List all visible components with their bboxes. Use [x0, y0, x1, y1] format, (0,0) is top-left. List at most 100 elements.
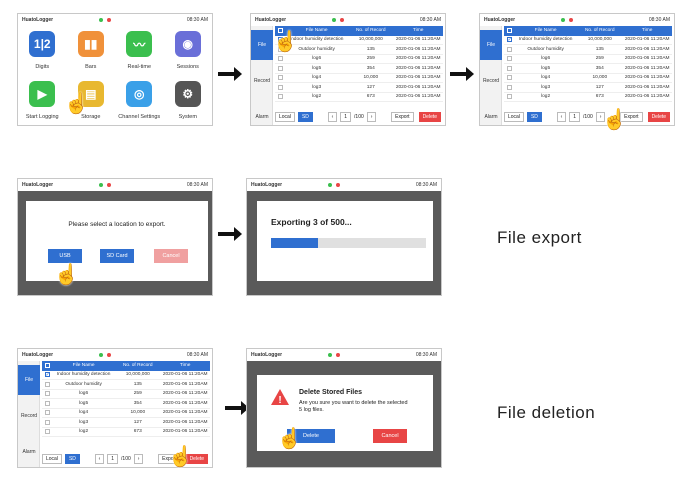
row-checkbox[interactable]: ✓ [44, 372, 50, 378]
row-checkbox[interactable]: ✓ [506, 37, 512, 43]
tab-file[interactable]: File [18, 365, 40, 395]
table-row[interactable]: log3 127 2020-01-06 11:20AM [504, 83, 672, 93]
prev-page-button[interactable]: ‹ [556, 112, 567, 122]
table-row[interactable]: Outdoor humidity 135 2020-01-06 11:20AM [504, 45, 672, 55]
table-row[interactable]: Outdoor humidity 135 2020-01-06 11:20AM [275, 45, 443, 55]
app-icon: ▶ [29, 80, 56, 107]
prev-page-button[interactable]: ‹ [327, 112, 338, 122]
export-button[interactable]: Export [391, 112, 414, 122]
app-tile[interactable]: ◎ Channel Settings [115, 76, 164, 126]
app-tile[interactable]: 〰 Real-time [115, 26, 164, 76]
page-total: /100 [354, 114, 364, 120]
next-page-button[interactable]: › [366, 112, 377, 122]
table-row[interactable]: log2 673 2020-01-06 11:20AM [275, 93, 443, 102]
local-button[interactable]: Local [504, 112, 524, 122]
tab-alarm[interactable]: Alarm [251, 102, 273, 132]
page-input[interactable]: 1 [569, 112, 581, 122]
row-checkbox[interactable] [506, 84, 512, 90]
app-tile[interactable]: 1|2 Digits [18, 26, 67, 76]
row-checkbox[interactable] [44, 381, 50, 387]
cell-name: Outdoor humidity [527, 46, 564, 52]
usb-button[interactable]: USB [48, 249, 82, 263]
local-button[interactable]: Local [42, 454, 62, 464]
progress-dialog: Exporting 3 of 500... [257, 201, 433, 281]
page-input[interactable]: 1 [340, 112, 352, 122]
app-tile[interactable]: ▶ Start Logging [18, 76, 67, 126]
row-checkbox[interactable] [44, 400, 50, 406]
row-checkbox[interactable] [506, 94, 512, 100]
cell-count: 10,000 [363, 75, 379, 81]
pointer-hand-icon: ☝ [273, 31, 298, 53]
sd-button[interactable]: SD [64, 454, 80, 464]
status-bar: HuatoLogger 08:30 AM [251, 14, 445, 26]
app-tile[interactable]: ▮▮ Bars [67, 26, 116, 76]
table-row[interactable]: log6 259 2020-01-06 11:20AM [504, 55, 672, 64]
tab-record[interactable]: Record [18, 401, 40, 431]
select-all-checkbox[interactable] [506, 28, 512, 34]
tab-alarm[interactable]: Alarm [18, 437, 40, 467]
table-row[interactable]: log5 354 2020-01-06 11:20AM [504, 64, 672, 74]
header-time: Time [641, 28, 653, 34]
row-checkbox[interactable] [506, 65, 512, 71]
table-row[interactable]: Outdoor humidity 135 2020-01-06 11:20AM [42, 380, 210, 390]
pointer-hand-icon: ☝ [168, 446, 193, 468]
row-checkbox[interactable] [506, 75, 512, 81]
app-icon: ⚙ [174, 80, 201, 107]
row-checkbox[interactable] [44, 410, 50, 416]
tab-file[interactable]: File [251, 30, 273, 60]
delete-button[interactable]: Delete [418, 112, 442, 122]
delete-button[interactable]: Delete [647, 112, 671, 122]
cell-time: 2020-01-06 11:20AM [624, 56, 670, 62]
page-input[interactable]: 1 [107, 454, 119, 464]
header-time: Time [412, 28, 424, 34]
prev-page-button[interactable]: ‹ [94, 454, 105, 464]
row-checkbox[interactable] [506, 56, 512, 62]
sd-card-button[interactable]: SD Card [100, 249, 134, 263]
status-bar: HuatoLogger 08:30 AM [18, 349, 212, 361]
row-checkbox[interactable] [44, 391, 50, 397]
app-tile[interactable]: ◉ Sessions [164, 26, 213, 76]
table-row[interactable]: ✓ Indoor humidity detection 10,000,000 2020… [504, 36, 672, 45]
next-page-button[interactable]: › [133, 454, 144, 464]
table-row[interactable]: log6 259 2020-01-06 11:20AM [42, 390, 210, 399]
row-checkbox[interactable] [44, 419, 50, 425]
cancel-delete-button[interactable]: Cancel [373, 429, 407, 443]
tab-alarm[interactable]: Alarm [480, 102, 502, 132]
table-row[interactable]: ✓ Indoor humidity detection 10,000,000 2020… [42, 371, 210, 380]
status-bar: HuatoLogger 08:30 AM [18, 179, 212, 191]
select-all-checkbox[interactable] [44, 363, 50, 369]
tab-file[interactable]: File [480, 30, 502, 60]
clock: 08:30 AM [648, 17, 670, 23]
cell-name: log4 [541, 75, 551, 81]
row-checkbox[interactable] [44, 429, 50, 435]
table-row[interactable]: log3 127 2020-01-06 11:20AM [275, 83, 443, 93]
table-row[interactable]: log2 673 2020-01-06 11:20AM [504, 93, 672, 102]
status-bar: HuatoLogger 08:30 AM [480, 14, 674, 26]
table-row[interactable]: log3 127 2020-01-06 11:20AM [42, 418, 210, 428]
table-row[interactable]: log4 10,000 2020-01-06 11:20AM [275, 74, 443, 83]
row-checkbox[interactable] [277, 84, 283, 90]
row-checkbox[interactable] [506, 46, 512, 52]
cell-count: 135 [366, 46, 375, 52]
table-row[interactable]: log2 673 2020-01-06 11:20AM [42, 428, 210, 437]
tab-record[interactable]: Record [480, 66, 502, 96]
table-row[interactable]: log4 10,000 2020-01-06 11:20AM [504, 74, 672, 83]
app-tile[interactable]: ⚙ System [164, 76, 213, 126]
cell-time: 2020-01-06 11:20AM [162, 429, 208, 435]
app-icon: ◎ [126, 80, 153, 107]
local-button[interactable]: Local [275, 112, 295, 122]
table-row[interactable]: log4 10,000 2020-01-06 11:20AM [42, 409, 210, 418]
table-row[interactable]: log6 259 2020-01-06 11:20AM [275, 55, 443, 64]
side-tabs: File Record Alarm [18, 361, 40, 467]
row-checkbox[interactable] [277, 56, 283, 62]
table-row[interactable]: log5 354 2020-01-06 11:20AM [275, 64, 443, 74]
row-checkbox[interactable] [277, 75, 283, 81]
cancel-button[interactable]: Cancel [154, 249, 188, 263]
row-checkbox[interactable] [277, 94, 283, 100]
sd-button[interactable]: SD [297, 112, 313, 122]
tab-record[interactable]: Record [251, 66, 273, 96]
row-checkbox[interactable] [277, 65, 283, 71]
table-row[interactable]: log5 354 2020-01-06 11:20AM [42, 399, 210, 409]
sd-button[interactable]: SD [526, 112, 542, 122]
table-row[interactable]: ✓ Indoor humidity detection 10,000,000 2020… [275, 36, 443, 45]
